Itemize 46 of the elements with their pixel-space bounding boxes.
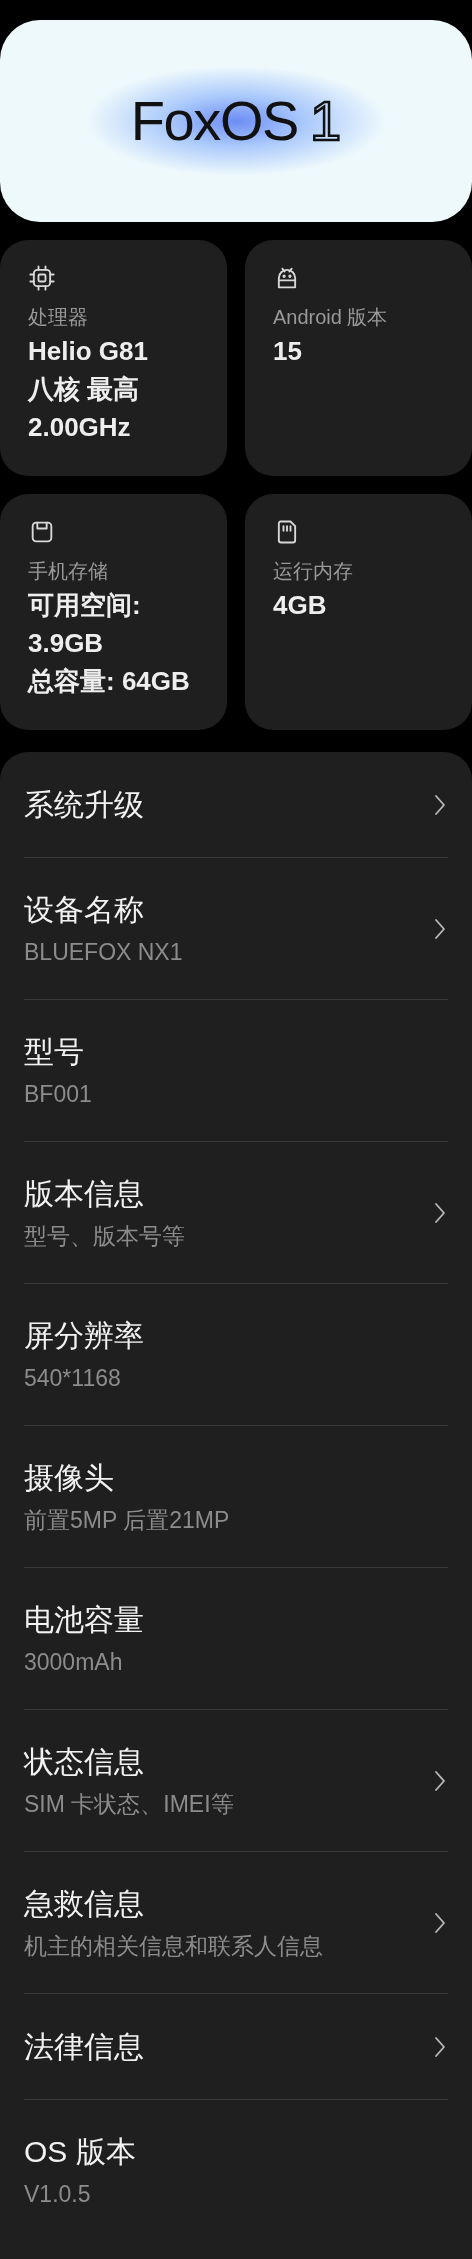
- card-value: 15: [273, 335, 302, 368]
- item-title: 屏分辨率: [24, 1317, 145, 1354]
- settings-item[interactable]: 系统升级: [24, 783, 448, 826]
- item-title: 摄像头: [24, 1459, 115, 1496]
- card-value: Helio G81: [28, 335, 148, 368]
- item-subtitle: V1.0.5: [24, 2180, 92, 2209]
- item-subtitle: 前置5MP 后置21MP: [24, 1505, 231, 1535]
- card-value: 总容量: 64GB: [28, 665, 190, 698]
- card-value: 八核 最高: [28, 373, 140, 406]
- card-label: 运行内存: [273, 559, 353, 584]
- item-title: 设备名称: [24, 891, 145, 928]
- item-subtitle: 机主的相关信息和联系人信息: [24, 1931, 324, 1961]
- item-title: 系统升级: [24, 786, 145, 823]
- settings-item[interactable]: 屏分辨率 540*1168: [24, 1314, 448, 1395]
- item-subtitle: 3000mAh: [24, 1647, 124, 1677]
- settings-item[interactable]: 电池容量 3000mAh: [24, 1598, 448, 1679]
- item-title: 法律信息: [24, 2028, 145, 2065]
- settings-item[interactable]: 型号 BF001: [24, 1030, 448, 1111]
- settings-item[interactable]: 摄像头 前置5MP 后置21MP: [24, 1456, 448, 1537]
- settings-item[interactable]: 版本信息 型号、版本号等: [24, 1172, 448, 1253]
- card-value: 可用空间:: [28, 589, 141, 622]
- card-value: 2.00GHz: [28, 411, 131, 444]
- item-title: OS 版本: [24, 2134, 137, 2170]
- item-title: 急救信息: [24, 1885, 145, 1922]
- item-title: 型号: [24, 1033, 85, 1070]
- card-label: Android 版本: [273, 305, 388, 330]
- settings-item[interactable]: 急救信息 机主的相关信息和联系人信息: [24, 1882, 448, 1963]
- item-title: 电池容量: [24, 1601, 145, 1638]
- settings-item[interactable]: 法律信息: [24, 2025, 448, 2068]
- item-subtitle: BLUEFOX NX1: [24, 937, 184, 967]
- card-label: 处理器: [28, 305, 88, 330]
- settings-item[interactable]: 状态信息 SIM 卡状态、IMEI等: [24, 1740, 448, 1821]
- logo-number: 1: [310, 88, 342, 154]
- settings-item[interactable]: OS 版本 V1.0.5: [24, 2131, 448, 2211]
- card-label: 手机存储: [28, 559, 108, 584]
- item-title: 状态信息: [24, 1743, 145, 1780]
- item-subtitle: SIM 卡状态、IMEI等: [24, 1789, 235, 1819]
- card-value: 4GB: [273, 589, 327, 622]
- item-subtitle: 540*1168: [24, 1363, 122, 1393]
- item-title: 版本信息: [24, 1175, 145, 1212]
- card-value: 3.9GB: [28, 627, 104, 660]
- settings-item[interactable]: 设备名称 BLUEFOX NX1: [24, 888, 448, 969]
- chip-icon: [28, 264, 56, 292]
- item-subtitle: BF001: [24, 1079, 93, 1109]
- logo-text: FoxOS: [130, 88, 299, 154]
- item-subtitle: 型号、版本号等: [24, 1221, 186, 1251]
